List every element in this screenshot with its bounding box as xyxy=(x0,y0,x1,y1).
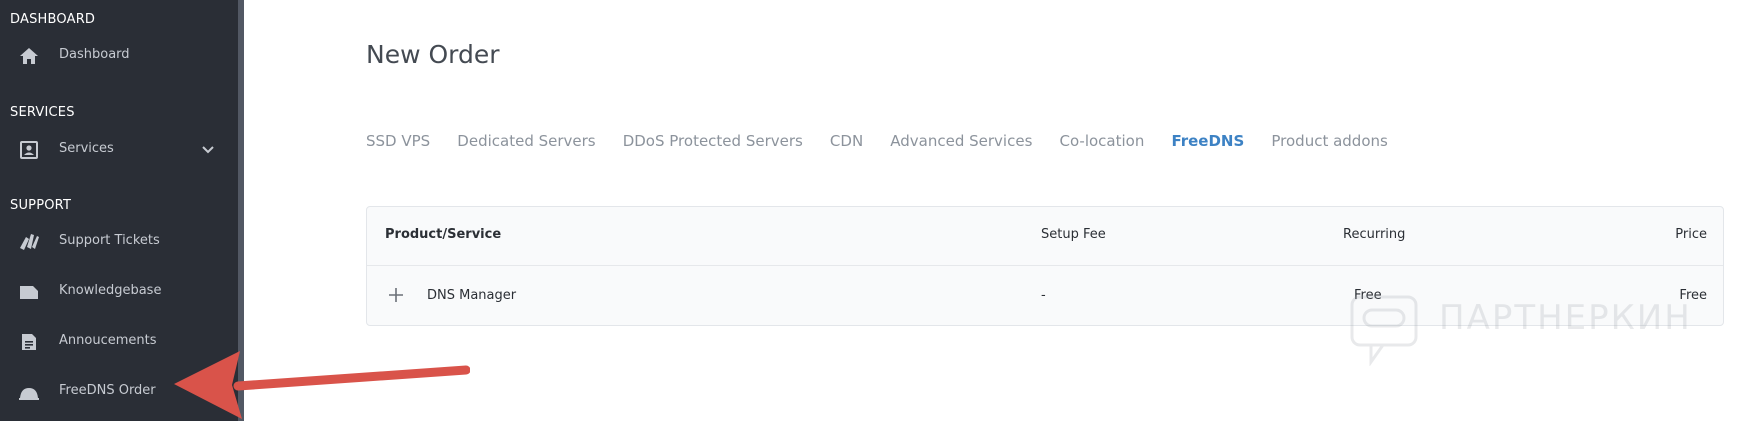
tickets-icon xyxy=(20,234,39,250)
folder-icon xyxy=(20,286,38,299)
header-setup-fee: Setup Fee xyxy=(1041,227,1106,242)
tab-cdn[interactable]: CDN xyxy=(830,132,863,150)
sidebar-item-label: Knowledgebase xyxy=(59,283,162,298)
header-recurring: Recurring xyxy=(1343,227,1406,242)
header-product-service: Product/Service xyxy=(385,227,502,242)
setup-fee-value: - xyxy=(1041,288,1046,303)
sidebar-item-services[interactable]: Services xyxy=(0,132,238,168)
sidebar-item-label: Annoucements xyxy=(59,333,157,348)
sidebar-item-label: Services xyxy=(59,141,114,156)
tab-freedns[interactable]: FreeDNS xyxy=(1171,132,1244,150)
category-tabs: SSD VPS Dedicated Servers DDoS Protected… xyxy=(366,131,1410,153)
sidebar-item-knowledgebase[interactable]: Knowledgebase xyxy=(0,274,238,310)
document-icon xyxy=(22,334,36,350)
header-price: Price xyxy=(1675,227,1707,242)
page-title: New Order xyxy=(366,40,500,69)
annotation-arrow-icon xyxy=(174,351,470,419)
sidebar-item-dashboard[interactable]: Dashboard xyxy=(0,38,238,74)
tab-advanced-services[interactable]: Advanced Services xyxy=(890,132,1032,150)
tab-dedicated-servers[interactable]: Dedicated Servers xyxy=(457,132,595,150)
plus-icon[interactable] xyxy=(387,286,405,304)
chevron-down-icon[interactable] xyxy=(200,142,216,158)
tab-ddos-protected-servers[interactable]: DDoS Protected Servers xyxy=(623,132,803,150)
home-icon xyxy=(20,48,38,64)
sidebar-item-label: FreeDNS Order xyxy=(59,383,156,398)
section-heading-support: SUPPORT xyxy=(10,198,72,213)
service-bell-icon xyxy=(19,388,39,400)
tab-product-addons[interactable]: Product addons xyxy=(1271,132,1387,150)
tab-ssd-vps[interactable]: SSD VPS xyxy=(366,132,430,150)
watermark: ПАРТНЕРКИН xyxy=(1349,290,1705,366)
section-heading-services: SERVICES xyxy=(10,105,75,120)
tab-co-location[interactable]: Co-location xyxy=(1059,132,1144,150)
sidebar-item-label: Support Tickets xyxy=(59,233,160,248)
chat-bubble-logo-icon xyxy=(1350,295,1418,366)
product-name: DNS Manager xyxy=(427,288,517,303)
section-heading-dashboard: DASHBOARD xyxy=(10,12,96,27)
sidebar-item-label: Dashboard xyxy=(59,47,130,62)
table-header: Product/Service Setup Fee Recurring Pric… xyxy=(367,207,1723,266)
user-card-icon xyxy=(20,141,38,159)
watermark-text: ПАРТНЕРКИН xyxy=(1439,298,1692,338)
sidebar-item-support-tickets[interactable]: Support Tickets xyxy=(0,224,238,260)
